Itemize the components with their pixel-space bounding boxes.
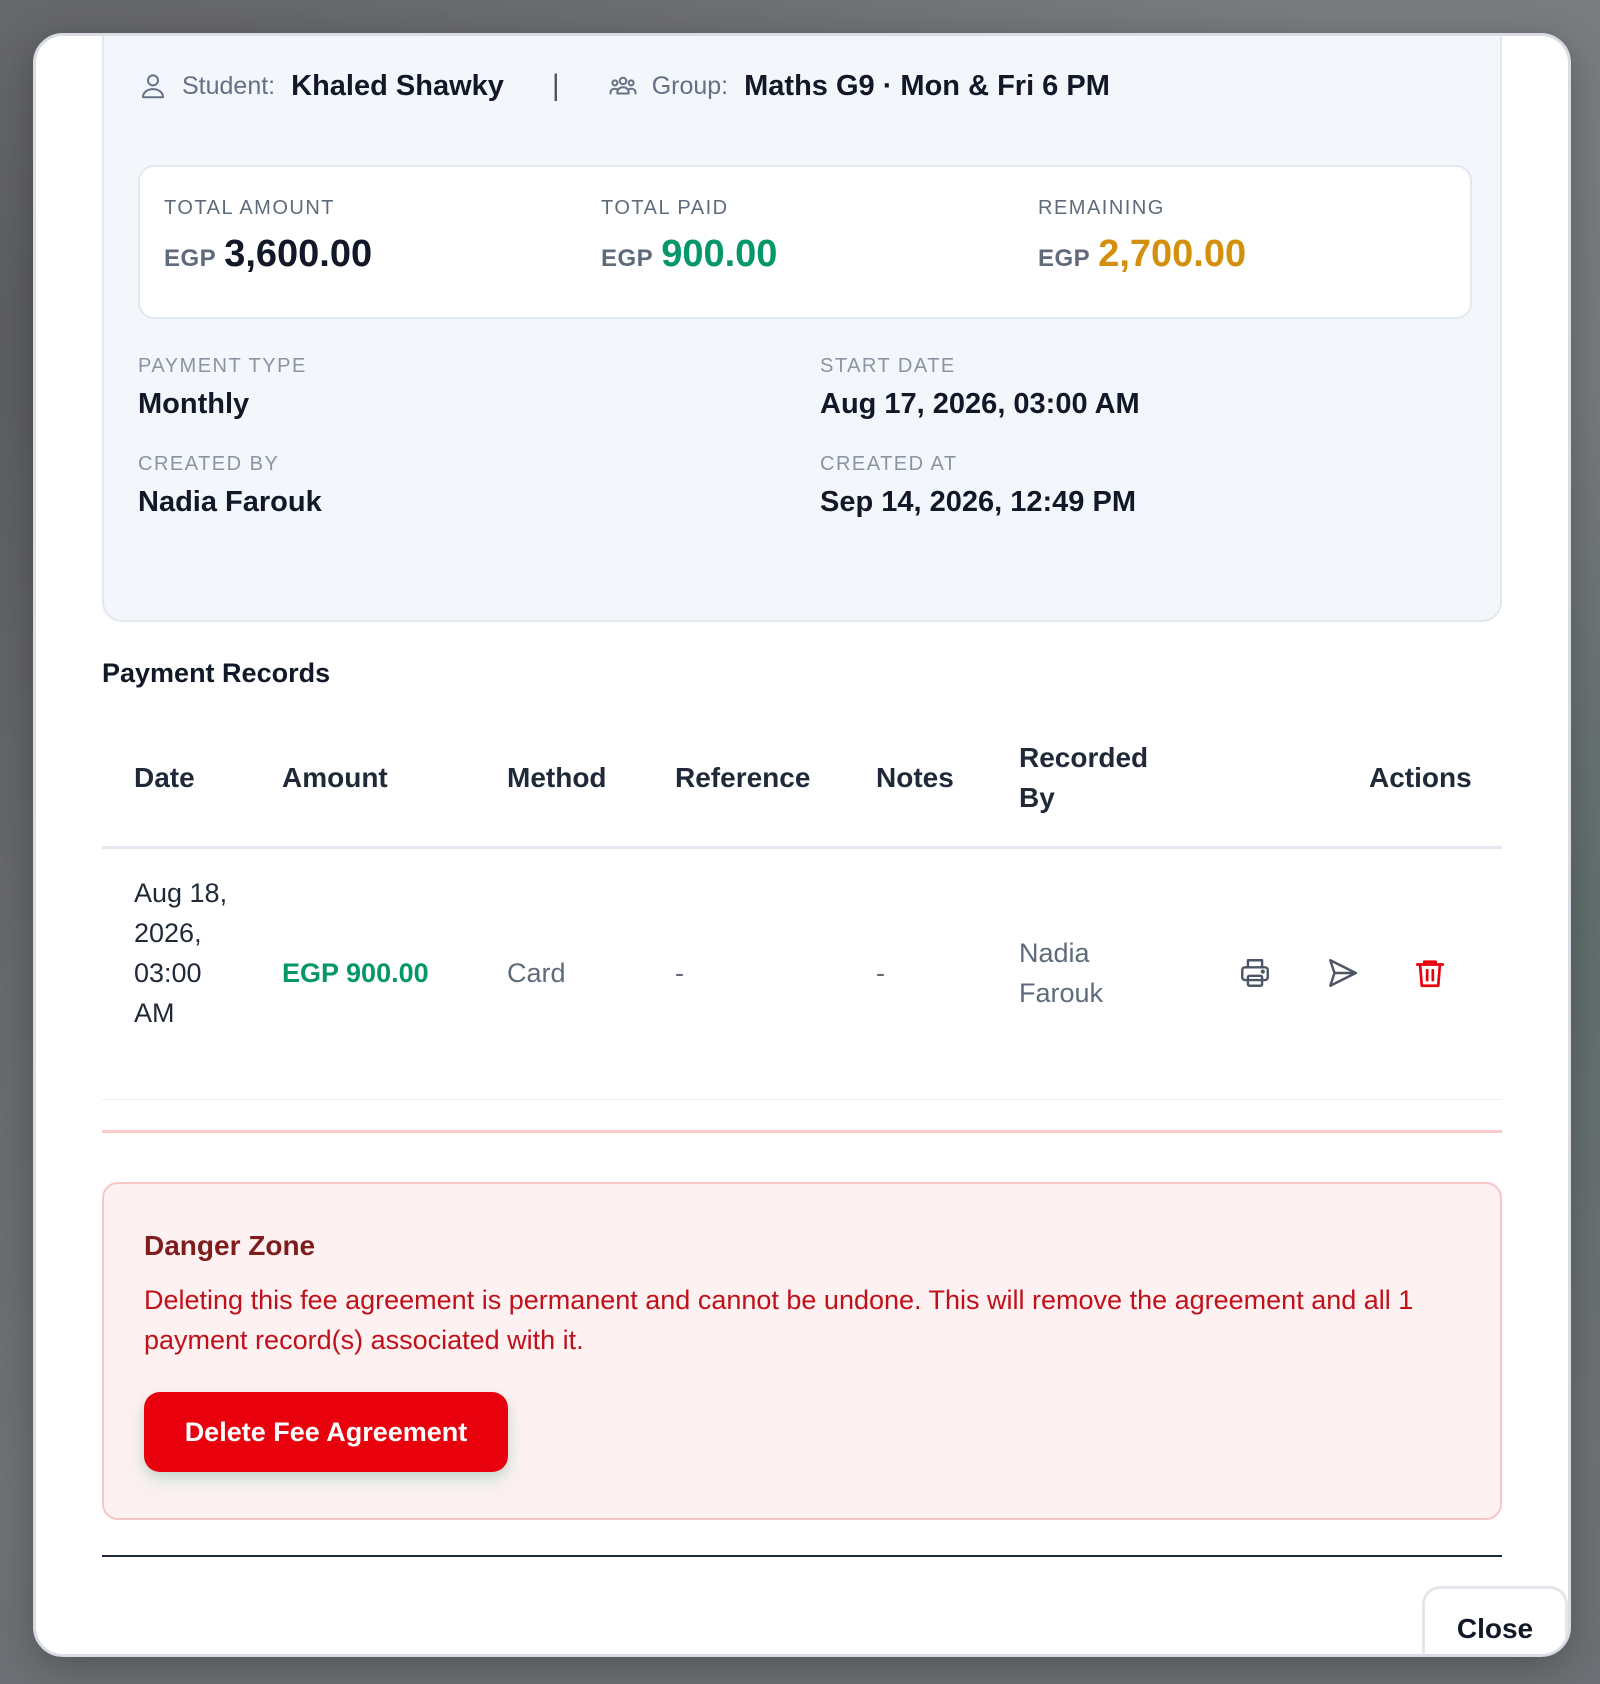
danger-zone: Danger Zone Deleting this fee agreement … bbox=[102, 1182, 1502, 1520]
trash-icon[interactable] bbox=[1413, 956, 1447, 990]
agreement-meta-row: Student: Khaled Shawky | Group: Maths G9… bbox=[138, 56, 1110, 116]
danger-zone-title: Danger Zone bbox=[144, 1230, 316, 1261]
row-recorded-by: Nadia Farouk bbox=[1019, 938, 1104, 1008]
total-amount: 3,600.00 bbox=[224, 233, 373, 275]
row-reference: - bbox=[675, 958, 684, 988]
created-by-field: CREATED BY Nadia Farouk bbox=[138, 453, 322, 519]
fee-agreement-modal: Student: Khaled Shawky | Group: Maths G9… bbox=[33, 33, 1571, 1657]
send-icon[interactable] bbox=[1326, 956, 1360, 990]
column-header-method: Method bbox=[507, 762, 607, 793]
student-label: Student: bbox=[182, 71, 276, 100]
group-name: Maths G9 · Mon & Fri 6 PM bbox=[744, 69, 1110, 102]
user-icon bbox=[142, 74, 164, 99]
start-date-value: Aug 17, 2026, 03:00 AM bbox=[820, 388, 1140, 420]
total-paid: 900.00 bbox=[661, 233, 778, 275]
meta-separator: | bbox=[551, 69, 560, 102]
recorded-by-line2: By bbox=[1019, 782, 1055, 813]
created-by-label: CREATED BY bbox=[138, 453, 280, 475]
created-at-label: CREATED AT bbox=[820, 453, 958, 475]
payment-type-value: Monthly bbox=[138, 388, 250, 420]
remaining-value: EGP 2,700.00 bbox=[1038, 233, 1246, 276]
remaining-label: REMAINING bbox=[1038, 197, 1165, 219]
footer-divider bbox=[102, 1555, 1502, 1557]
start-date-label: START DATE bbox=[820, 355, 956, 377]
printer-icon[interactable] bbox=[1238, 956, 1272, 990]
total-paid-label: TOTAL PAID bbox=[601, 197, 729, 219]
total-amount-label: TOTAL AMOUNT bbox=[164, 197, 335, 219]
recorded-by-line1: Recorded bbox=[1019, 742, 1149, 773]
currency-label: EGP bbox=[601, 245, 654, 272]
column-header-reference: Reference bbox=[675, 762, 811, 793]
created-at-field: CREATED AT Sep 14, 2026, 12:49 PM bbox=[820, 453, 1136, 519]
student-name: Khaled Shawky bbox=[291, 69, 504, 102]
totals-card: TOTAL AMOUNT EGP 3,600.00 TOTAL PAID EGP 9… bbox=[138, 165, 1472, 319]
column-header-recorded-by: Recorded By bbox=[1019, 738, 1148, 818]
row-method: Card bbox=[507, 958, 566, 988]
payment-type-field: PAYMENT TYPE Monthly bbox=[138, 355, 307, 421]
remaining-amount: 2,700.00 bbox=[1098, 233, 1247, 275]
payment-records-title: Payment Records bbox=[102, 658, 331, 688]
table-header: Date Amount Method Reference Notes Recor… bbox=[102, 714, 1502, 849]
column-header-notes: Notes bbox=[876, 762, 954, 793]
table-row: Aug 18, 2026, 03:00 AM EGP 900.00 Card -… bbox=[102, 849, 1502, 1100]
agreement-summary-panel: Student: Khaled Shawky | Group: Maths G9… bbox=[102, 36, 1502, 622]
column-header-actions: Actions bbox=[1369, 762, 1472, 793]
created-at-value: Sep 14, 2026, 12:49 PM bbox=[820, 486, 1136, 518]
currency-label: EGP bbox=[1038, 245, 1091, 272]
users-group-icon bbox=[609, 76, 637, 95]
modal-content: Student: Khaled Shawky | Group: Maths G9… bbox=[102, 36, 1568, 1654]
currency-label: EGP bbox=[164, 245, 217, 272]
column-header-date: Date bbox=[134, 762, 195, 793]
payment-type-label: PAYMENT TYPE bbox=[138, 355, 307, 377]
row-amount: EGP 900.00 bbox=[282, 958, 429, 988]
row-notes: - bbox=[876, 958, 885, 988]
row-date: Aug 18, 2026, 03:00 AM bbox=[134, 878, 228, 1028]
danger-divider bbox=[102, 1130, 1502, 1133]
close-button[interactable]: Close bbox=[1422, 1586, 1568, 1654]
payment-records-table: Date Amount Method Reference Notes Recor… bbox=[102, 714, 1502, 1100]
start-date-field: START DATE Aug 17, 2026, 03:00 AM bbox=[820, 355, 1140, 421]
created-by-value: Nadia Farouk bbox=[138, 486, 322, 518]
group-label: Group: bbox=[651, 71, 729, 100]
danger-zone-message: Deleting this fee agreement is permanent… bbox=[144, 1285, 1414, 1355]
delete-fee-agreement-button[interactable]: Delete Fee Agreement bbox=[144, 1392, 508, 1472]
column-header-amount: Amount bbox=[282, 762, 388, 793]
total-amount-value: EGP 3,600.00 bbox=[164, 233, 372, 276]
total-paid-value: EGP 900.00 bbox=[601, 233, 777, 276]
